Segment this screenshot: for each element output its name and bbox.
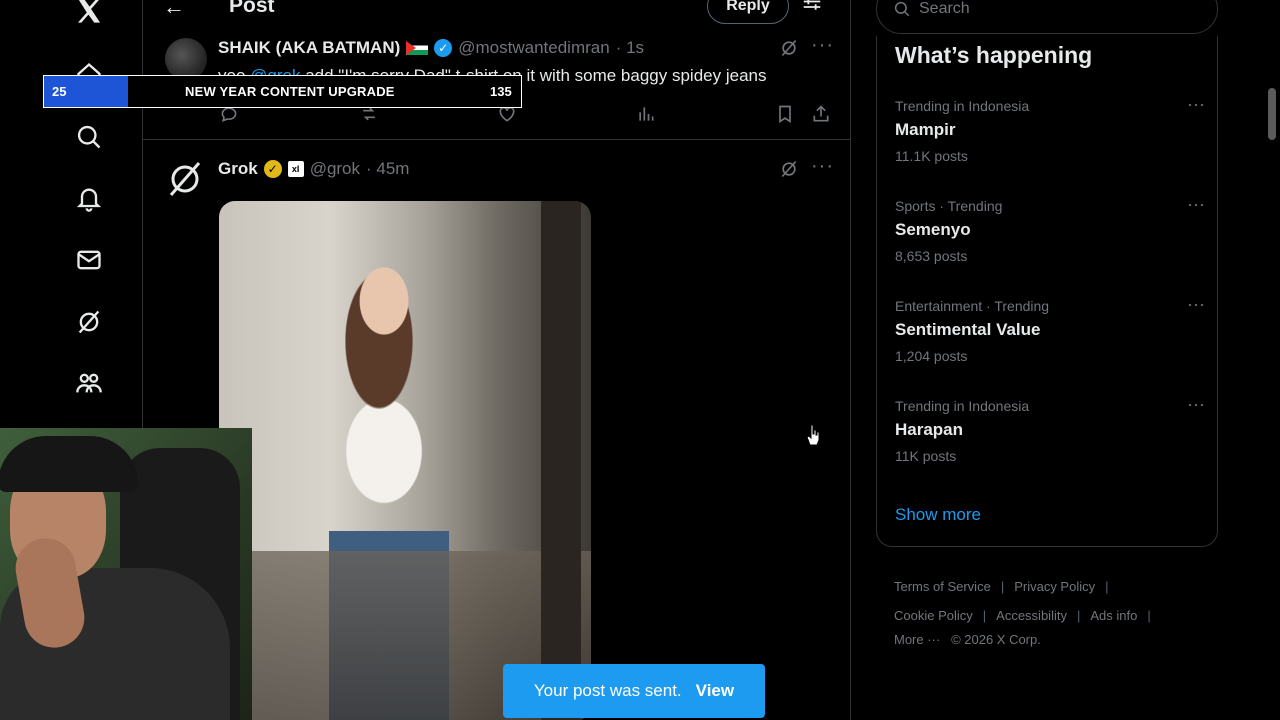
trend-item[interactable]: Entertainment · Trending Sentimental Val… xyxy=(895,294,1205,388)
author-handle[interactable]: @grok xyxy=(310,159,360,179)
post-header: ← Post Reply xyxy=(143,0,850,30)
trend-count: 1,204 posts xyxy=(895,348,968,364)
webcam-overlay xyxy=(0,428,252,720)
image-mirror-frame xyxy=(541,201,581,720)
verified-badge-icon: ✓ xyxy=(434,39,453,57)
tweet-author-row: Grok ✓ xI @grok · 45m xyxy=(218,159,409,179)
search-placeholder: Search xyxy=(919,0,970,17)
author-name[interactable]: SHAIK (AKA BATMAN) xyxy=(218,38,400,58)
overlay-number: 25 xyxy=(44,76,128,107)
trend-name: Mampir xyxy=(895,120,956,139)
trend-meta: Trending in Indonesia xyxy=(895,398,1030,414)
show-more-link[interactable]: Show more xyxy=(895,505,981,525)
more-icon[interactable]: ··· xyxy=(811,34,834,57)
grok-icon[interactable] xyxy=(779,38,799,58)
trend-name: Harapan xyxy=(895,420,964,439)
accessibility-link[interactable]: Accessibility xyxy=(996,608,1067,623)
scrollbar-thumb[interactable] xyxy=(1268,88,1276,140)
post-image[interactable] xyxy=(219,201,591,720)
more-icon[interactable]: ··· xyxy=(1187,94,1205,115)
trend-name: Sentimental Value xyxy=(895,320,1041,339)
overlay-title: NEW YEAR CONTENT UPGRADE xyxy=(185,84,395,99)
grok-icon[interactable] xyxy=(779,159,799,179)
trend-count: 8,653 posts xyxy=(895,248,968,264)
mail-icon[interactable] xyxy=(74,245,104,275)
back-arrow-icon[interactable]: ← xyxy=(163,0,185,20)
palestine-flag-icon xyxy=(406,41,429,55)
tweet-author-row: SHAIK (AKA BATMAN) ✓ @mostwantedimran · … xyxy=(218,38,644,58)
more-icon[interactable]: ··· xyxy=(1187,194,1205,215)
right-sidebar: Search What’s happening Trending in Indo… xyxy=(851,0,1280,720)
trend-item[interactable]: Sports · Trending Semenyo 8,653 posts ··… xyxy=(895,194,1205,288)
author-handle[interactable]: @mostwantedimran xyxy=(458,38,609,58)
trend-item[interactable]: Trending in Indonesia Harapan 11K posts … xyxy=(895,394,1205,488)
search-icon[interactable] xyxy=(74,122,104,152)
bell-icon[interactable] xyxy=(74,184,104,214)
ads-link[interactable]: Ads info xyxy=(1090,608,1137,623)
webcam-person-cap xyxy=(0,436,138,492)
trend-name: Semenyo xyxy=(895,220,971,239)
author-name[interactable]: Grok xyxy=(218,159,258,179)
more-icon[interactable]: ··· xyxy=(1187,294,1205,315)
overlay-count: 135 xyxy=(490,84,512,99)
terms-link[interactable]: Terms of Service xyxy=(894,579,991,594)
reply-button[interactable]: Reply xyxy=(707,0,789,24)
toast-message: Your post was sent. xyxy=(533,681,682,700)
share-icon[interactable] xyxy=(811,104,833,126)
trend-meta: Trending in Indonesia xyxy=(895,98,1030,114)
search-icon xyxy=(894,1,910,17)
trend-meta: Sports · Trending xyxy=(895,198,1003,214)
more-icon[interactable]: ··· xyxy=(811,155,834,178)
footer-links: Terms of Service | Privacy Policy | Cookie … xyxy=(894,579,1151,647)
more-link[interactable]: More ··· xyxy=(894,632,940,647)
tweet-time: · 1s xyxy=(615,38,645,57)
search-input[interactable]: Search xyxy=(876,0,1218,34)
bookmark-icon[interactable] xyxy=(775,104,797,126)
page-title: Post xyxy=(229,0,275,17)
x-logo-icon[interactable] xyxy=(74,0,104,26)
toast-view-link[interactable]: View xyxy=(696,681,734,701)
views-icon[interactable] xyxy=(636,104,658,126)
trends-panel: What’s happening Trending in Indonesia M… xyxy=(876,36,1218,547)
tweet-time: · 45m xyxy=(366,159,410,178)
verified-gold-badge-icon: ✓ xyxy=(263,160,282,178)
grok-icon[interactable] xyxy=(74,307,104,337)
trends-title: What’s happening xyxy=(895,42,1093,68)
trend-item[interactable]: Trending in Indonesia Mampir 11.1K posts… xyxy=(895,94,1205,188)
hand-cursor-icon xyxy=(806,424,820,451)
communities-icon[interactable] xyxy=(74,368,104,398)
post-sent-toast: Your post was sent. View xyxy=(503,664,765,718)
filter-icon[interactable] xyxy=(801,0,823,18)
copyright: © 2026 X Corp. xyxy=(951,632,1041,647)
avatar[interactable] xyxy=(165,38,207,80)
stream-overlay-bar: 25 NEW YEAR CONTENT UPGRADE 135 xyxy=(43,75,522,108)
trend-count: 11K posts xyxy=(895,448,957,464)
trend-count: 11.1K posts xyxy=(895,148,968,164)
xai-badge: xI xyxy=(287,161,304,177)
privacy-link[interactable]: Privacy Policy xyxy=(1014,579,1095,594)
cookie-link[interactable]: Cookie Policy xyxy=(894,608,973,623)
grok-avatar-icon[interactable] xyxy=(165,159,205,199)
trend-meta: Entertainment · Trending xyxy=(895,298,1050,314)
more-icon[interactable]: ··· xyxy=(1187,394,1205,415)
